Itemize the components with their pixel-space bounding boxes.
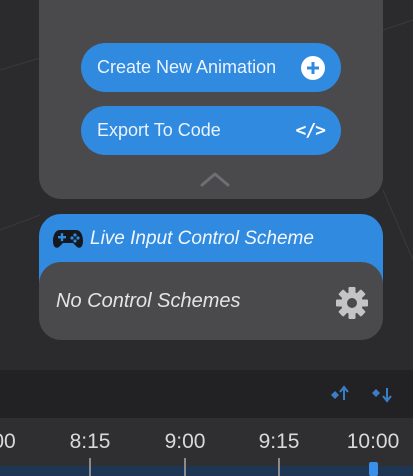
key-move-up-icon[interactable]: [330, 384, 352, 402]
playhead-marker[interactable]: [369, 462, 378, 476]
plus-icon: [301, 55, 325, 80]
control-scheme-title: Live Input Control Scheme: [90, 228, 314, 249]
tick-label: 9:15: [258, 430, 300, 453]
timeline-track: [0, 466, 413, 476]
collapse-chevron-icon[interactable]: [199, 169, 231, 189]
key-move-down-icon[interactable]: [371, 386, 395, 404]
tick-label: 9:00: [164, 430, 206, 453]
export-to-code-button[interactable]: Export To Code </>: [81, 106, 341, 155]
gear-icon[interactable]: [335, 286, 369, 320]
export-to-code-label: Export To Code: [97, 120, 221, 140]
control-scheme-title-row: Live Input Control Scheme: [52, 226, 314, 252]
no-control-schemes-text: No Control Schemes: [56, 290, 241, 312]
tick-mark: [89, 458, 91, 476]
tick-label: 8:15: [69, 430, 111, 453]
tick-label: 00: [0, 430, 16, 453]
code-icon: </>: [295, 120, 325, 141]
tick-mark: [184, 458, 186, 476]
tick-mark: [278, 458, 280, 476]
create-new-animation-button[interactable]: Create New Animation: [81, 43, 341, 92]
tick-label: 10:00: [346, 430, 400, 453]
create-new-animation-label: Create New Animation: [97, 57, 277, 77]
gamepad-icon: [53, 230, 83, 248]
